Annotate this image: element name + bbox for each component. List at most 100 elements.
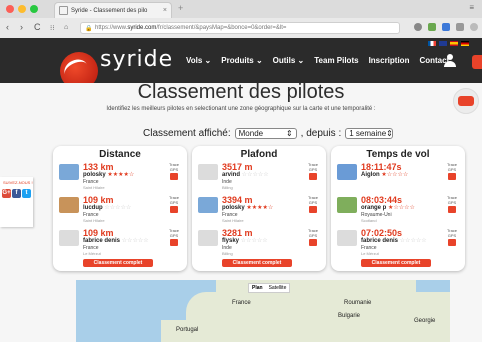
google-plus-icon[interactable]: G+ <box>2 189 11 198</box>
map-satellite-button[interactable]: Satellite <box>266 284 290 292</box>
pilot-entry[interactable]: 3517 m arvind ☆☆☆☆☆ Inde Billing Trace GPS <box>198 162 318 192</box>
gps-label: GPS <box>169 233 179 238</box>
nav-outils[interactable]: Outils ⌄ <box>273 56 305 65</box>
nav-vols[interactable]: Vols ⌄ <box>186 56 211 65</box>
flight-thumbnail[interactable] <box>59 230 79 246</box>
facebook-icon[interactable]: f <box>12 189 21 198</box>
browser-tab[interactable]: Syride - Classement des pilo × <box>54 2 172 18</box>
classement-complet-button[interactable]: Classement complet <box>222 259 292 267</box>
trace-gps-button[interactable]: Trace GPS <box>167 228 181 246</box>
trace-gps-button[interactable]: Trace GPS <box>306 162 320 180</box>
trace-gps-button[interactable]: Trace GPS <box>306 195 320 213</box>
map-label-roumanie: Roumanie <box>344 300 372 306</box>
social-share-box: SUIVEZ-NOUS ! G+ f t <box>0 177 33 227</box>
flight-thumbnail[interactable] <box>337 230 357 246</box>
pilot-city: Saint Hilaire <box>222 218 244 223</box>
rating-stars-icon: ★☆☆☆☆ <box>386 205 415 211</box>
close-tab-icon[interactable]: × <box>163 7 167 14</box>
map-plan-button[interactable]: Plan <box>249 284 266 292</box>
gps-track-icon <box>170 206 178 213</box>
flag-es-icon[interactable] <box>450 41 458 46</box>
pilot-entry[interactable]: 109 km lucdup ☆☆☆☆☆ France Saint Hilaire Tra… <box>59 195 179 225</box>
pilot-name[interactable]: arvind <box>222 172 240 178</box>
pilot-name[interactable]: flysky <box>222 238 239 244</box>
trace-gps-button[interactable]: Trace GPS <box>306 228 320 246</box>
pilot-entry[interactable]: 3281 m flysky ☆☆☆☆☆ Inde Billing Trace GPS <box>198 228 318 258</box>
flight-thumbnail[interactable] <box>198 230 218 246</box>
nav-produits-label: Produits <box>221 56 254 65</box>
close-window-button[interactable] <box>6 5 14 13</box>
nav-inscription[interactable]: Inscription <box>369 56 410 65</box>
pilot-name[interactable]: fabrice denis <box>83 238 120 244</box>
pilot-city: Billing <box>222 185 233 190</box>
pilot-name-row: fabrice denis ☆☆☆☆☆ <box>83 238 163 245</box>
side-tab[interactable] <box>472 55 482 69</box>
gps-label: GPS <box>308 233 318 238</box>
pilot-entry[interactable]: 109 km fabrice denis ☆☆☆☆☆ France Le Mérzut… <box>59 228 179 258</box>
info-icon[interactable] <box>470 23 478 31</box>
pilot-name[interactable]: polosky <box>83 172 106 178</box>
pilot-name-row: lucdup ☆☆☆☆☆ <box>83 205 163 212</box>
pilot-name[interactable]: fabrice denis <box>361 238 398 244</box>
pilot-entry[interactable]: 08:03:44s orange p ★☆☆☆☆ Royaume-Uni Scotla… <box>337 195 457 225</box>
rating-stars-icon: ☆☆☆☆☆ <box>120 238 149 244</box>
page-title: Classement des pilotes <box>137 81 345 103</box>
classement-select[interactable]: Monde ⇕ <box>234 128 297 139</box>
new-tab-button[interactable]: + <box>178 3 183 13</box>
flight-thumbnail[interactable] <box>59 197 79 213</box>
trace-gps-button[interactable]: Trace GPS <box>167 195 181 213</box>
pilot-name[interactable]: Aiglon <box>361 172 380 178</box>
pilot-entry[interactable]: 133 km polosky ★★★★☆ France Saint Hilaire Tr… <box>59 162 179 192</box>
pilot-entry[interactable]: 18:11:47s Aiglon ★☆☆☆☆ Trace GPS <box>337 162 457 192</box>
pilot-name[interactable]: orange p <box>361 205 386 211</box>
world-map[interactable]: Plan Satellite France Roumanie Bulgarie … <box>76 280 450 342</box>
pilot-info: 18:11:47s Aiglon ★☆☆☆☆ <box>361 162 441 179</box>
pilot-entry[interactable]: 07:02:50s fabrice denis ☆☆☆☆☆ France Le Mér… <box>337 228 457 258</box>
twitter-icon[interactable]: t <box>22 189 31 198</box>
trace-gps-button[interactable]: Trace GPS <box>167 162 181 180</box>
minimize-window-button[interactable] <box>18 5 26 13</box>
flight-thumbnail[interactable] <box>59 164 79 180</box>
pilot-entry[interactable]: 3394 m polosky ★★★★☆ France Saint Hilaire Tr… <box>198 195 318 225</box>
trace-gps-button[interactable]: Trace GPS <box>445 162 459 180</box>
home-page-icon[interactable] <box>456 23 464 31</box>
flight-thumbnail[interactable] <box>198 164 218 180</box>
forward-icon[interactable]: › <box>20 22 23 32</box>
heart-icon[interactable] <box>414 23 422 31</box>
trace-gps-button[interactable]: Trace GPS <box>445 195 459 213</box>
logo-text[interactable]: syride <box>100 47 173 72</box>
pilot-name[interactable]: polosky <box>222 205 245 211</box>
window-menu-icon[interactable]: ≡ <box>469 3 474 12</box>
rating-stars-icon: ☆☆☆☆☆ <box>239 238 268 244</box>
classement-complet-button[interactable]: Classement complet <box>361 259 431 267</box>
card-title: Temps de vol <box>366 149 430 160</box>
flight-thumbnail[interactable] <box>337 164 357 180</box>
flag-de-icon[interactable] <box>461 41 469 46</box>
flag-uk-icon[interactable] <box>439 41 447 46</box>
window-controls <box>6 5 38 13</box>
flight-thumbnail[interactable] <box>337 197 357 213</box>
nav-produits[interactable]: Produits ⌄ <box>221 56 262 65</box>
classement-filter: Classement affiché: Monde ⇕ , depuis : 1 … <box>143 128 394 139</box>
card-distance: Distance 133 km polosky ★★★★☆ France Saint … <box>53 146 187 271</box>
nav-team-pilots[interactable]: Team Pilots <box>314 56 358 65</box>
home-icon[interactable]: ⌂ <box>64 24 68 31</box>
pilot-info: 109 km fabrice denis ☆☆☆☆☆ France Le Mérzut <box>83 228 163 256</box>
pilot-name-row: fabrice denis ☆☆☆☆☆ <box>361 238 441 245</box>
shield-icon[interactable] <box>442 23 450 31</box>
reload-icon[interactable]: C <box>34 22 41 32</box>
flag-fr-icon[interactable] <box>428 41 436 46</box>
pilot-name-row: flysky ☆☆☆☆☆ <box>222 238 302 245</box>
user-icon[interactable] <box>444 54 456 67</box>
apps-icon[interactable]: ⁝⁝ <box>50 24 54 32</box>
pilot-name[interactable]: lucdup <box>83 205 103 211</box>
back-icon[interactable]: ‹ <box>6 22 9 32</box>
classement-complet-button[interactable]: Classement complet <box>83 259 153 267</box>
share-label: SUIVEZ-NOUS ! <box>3 180 33 185</box>
depuis-select[interactable]: 1 semaine ⇕ <box>345 128 394 139</box>
address-bar[interactable]: 🔒 https://www. syride.com/fr/classement/&… <box>80 22 400 34</box>
extension-icon[interactable] <box>428 23 436 31</box>
maximize-window-button[interactable] <box>30 5 38 13</box>
trace-gps-button[interactable]: Trace GPS <box>445 228 459 246</box>
flight-thumbnail[interactable] <box>198 197 218 213</box>
